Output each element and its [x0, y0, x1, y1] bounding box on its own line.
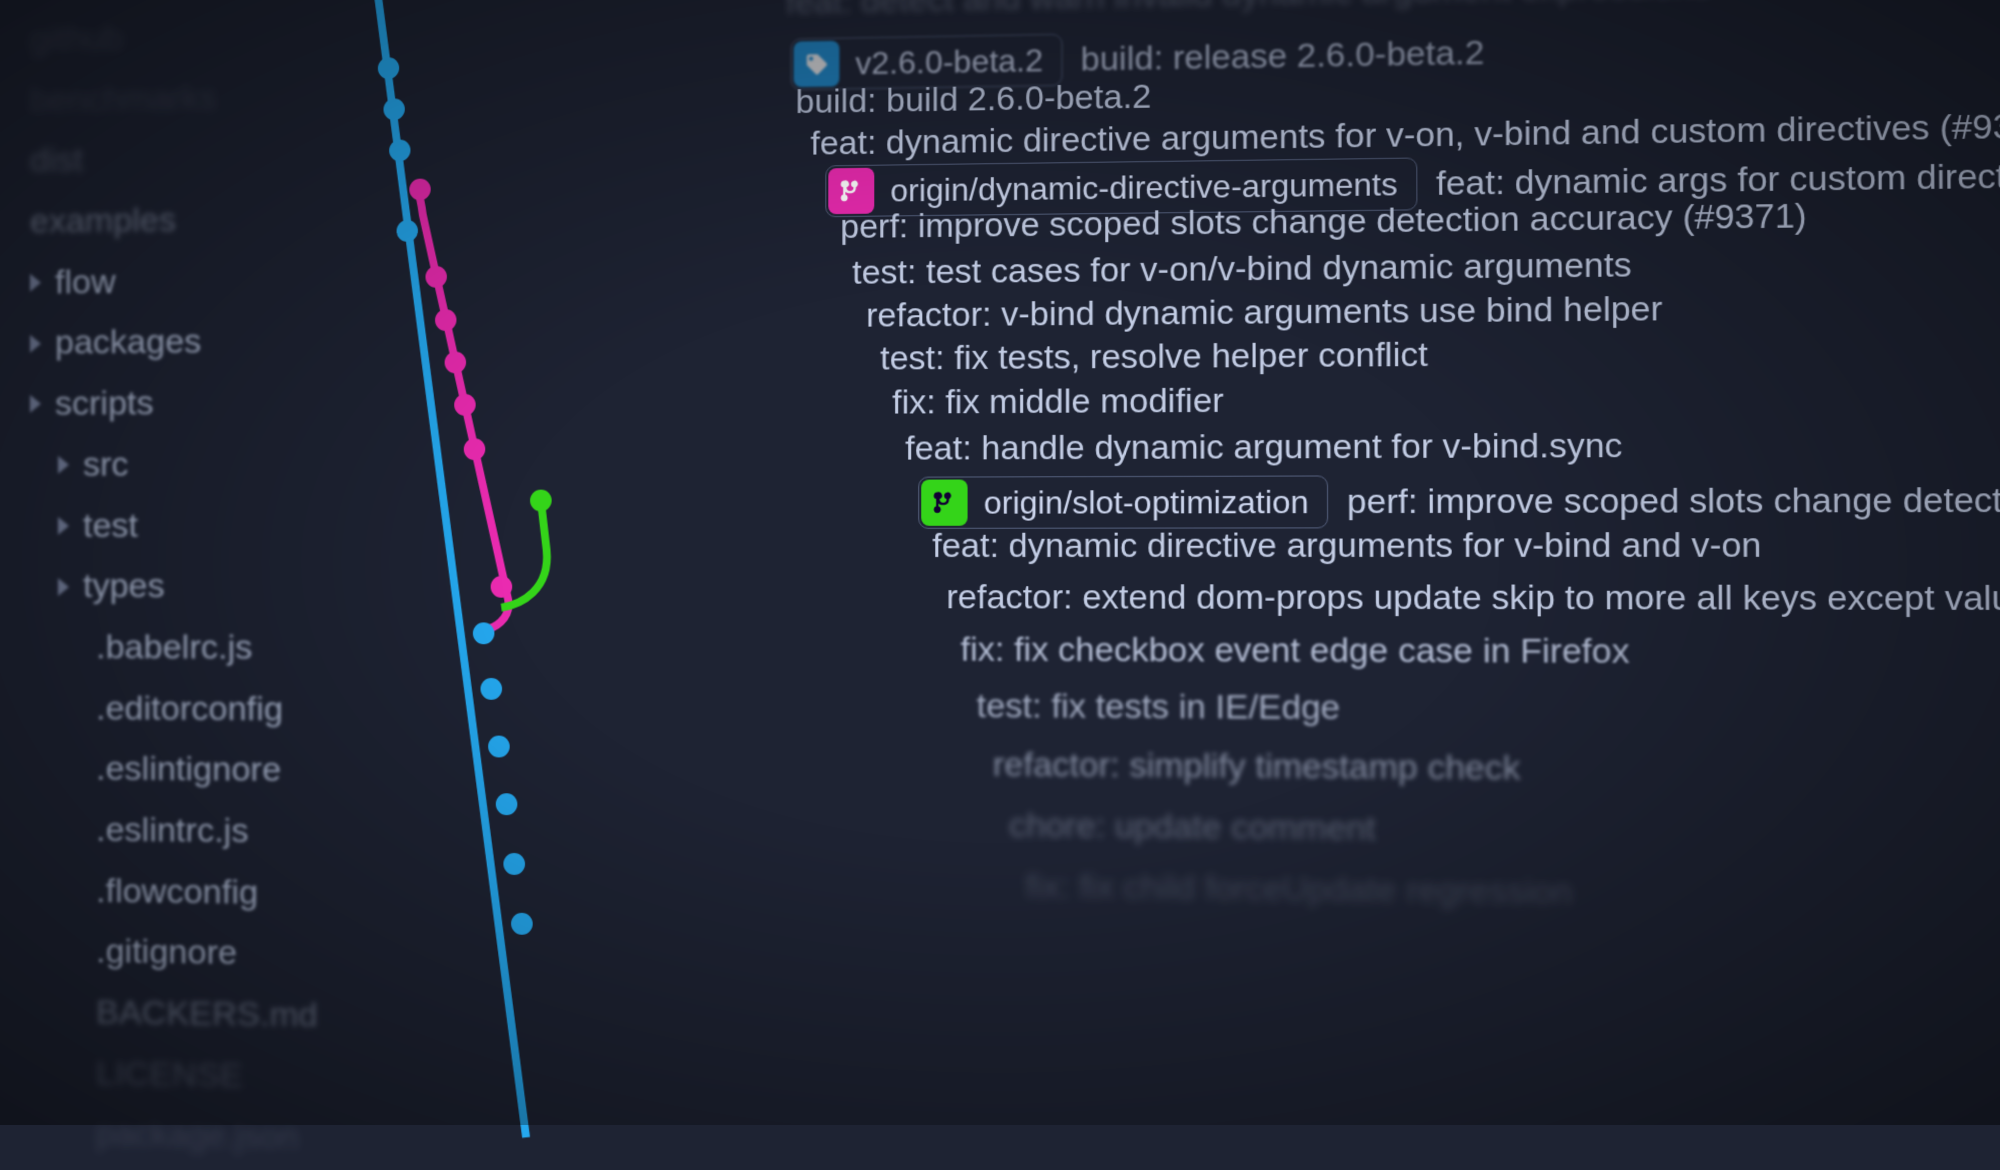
commit-message: refactor: extend dom-props update skip t…	[946, 578, 2000, 619]
tree-item[interactable]: packages	[0, 311, 363, 375]
tree-label: test	[83, 499, 138, 552]
tree-label: dist	[30, 134, 83, 187]
tree-label: .flowconfig	[96, 865, 258, 920]
tree-label: .eslintrc.js	[96, 804, 248, 858]
tag-text: v2.6.0-beta.2	[849, 41, 1059, 81]
commit-history: feat: detect and warn invalid dynamic ar…	[365, 0, 2000, 1151]
commit-row[interactable]: test: fix tests in IE/Edge	[977, 687, 1341, 728]
tree-item[interactable]: .editorconfig	[0, 678, 363, 741]
commit-message: perf: improve scoped slots change detect…	[1347, 480, 2000, 522]
expand-icon	[58, 517, 69, 535]
file-tree[interactable]: github benchmarks dist examples flow pac…	[0, 0, 363, 1131]
commit-message: test: fix tests, resolve helper conflict	[880, 335, 1428, 378]
branch-icon	[921, 480, 967, 526]
tree-item[interactable]: .babelrc.js	[0, 617, 363, 679]
commit-message: fix: fix middle modifier	[892, 382, 1224, 423]
tree-item[interactable]: .gitignore	[0, 920, 363, 986]
tree-label: .editorconfig	[96, 682, 283, 736]
commit-message: feat: handle dynamic argument for v-bind…	[905, 426, 1622, 468]
expand-icon	[30, 334, 41, 352]
tree-label: benchmarks	[30, 71, 216, 127]
tree-label: flow	[55, 256, 116, 309]
branch-text: origin/slot-optimization	[978, 483, 1326, 521]
expand-icon	[58, 456, 69, 474]
commit-message: build: build 2.6.0-beta.2	[796, 77, 1152, 122]
tree-item[interactable]: benchmarks	[0, 65, 363, 131]
tree-item[interactable]: .flowconfig	[0, 860, 363, 925]
commit-message: fix: fix child forceUpdate regression	[1025, 867, 1572, 913]
tree-label: .gitignore	[96, 925, 237, 980]
commit-row[interactable]: origin/slot-optimization perf: improve s…	[918, 473, 2000, 529]
tree-label: packages	[55, 316, 201, 370]
expand-icon	[30, 274, 41, 292]
commit-row[interactable]: fix: fix middle modifier	[892, 382, 1224, 423]
tree-label: .eslintignore	[96, 743, 281, 797]
commit-row[interactable]: refactor: v-bind dynamic arguments use b…	[866, 290, 1662, 336]
commit-message: feat: dynamic directive arguments for v-…	[932, 526, 1761, 566]
commit-message: test: test cases for v-on/v-bind dynamic…	[852, 246, 1631, 293]
tree-label: scripts	[55, 377, 154, 430]
tree-item[interactable]: test	[0, 495, 363, 556]
commit-message: chore: update comment	[1009, 806, 1376, 849]
commit-message: refactor: simplify timestamp check	[993, 746, 1521, 789]
tree-label: src	[83, 438, 129, 491]
tree-label: BACKERS.md	[96, 986, 318, 1042]
tree-item[interactable]: package.json	[0, 1102, 363, 1170]
tree-item[interactable]: BACKERS.md	[0, 981, 363, 1047]
tree-label: examples	[30, 194, 176, 248]
commit-row[interactable]: fix: fix checkbox event edge case in Fir…	[960, 630, 1629, 672]
tree-item[interactable]: scripts	[0, 372, 363, 435]
commit-message: build: release 2.6.0-beta.2	[1081, 33, 1485, 79]
commit-row[interactable]: refactor: simplify timestamp check	[993, 746, 1521, 789]
tree-item[interactable]: dist	[0, 126, 363, 192]
tree-label: types	[83, 560, 165, 613]
commit-row[interactable]: chore: update comment	[1009, 806, 1376, 849]
tree-item[interactable]: LICENSE	[0, 1042, 363, 1109]
tree-item[interactable]: src	[0, 433, 363, 495]
tree-label: .babelrc.js	[96, 621, 252, 674]
tree-label: LICENSE	[96, 1047, 243, 1102]
expand-icon	[30, 395, 41, 413]
commit-message: feat: dynamic args for custom directives	[1436, 156, 2000, 204]
commit-row[interactable]: build: build 2.6.0-beta.2	[796, 77, 1152, 122]
tree-item[interactable]: .eslintrc.js	[0, 799, 363, 863]
commit-message: fix: fix checkbox event edge case in Fir…	[960, 630, 1629, 672]
tree-item[interactable]: github	[0, 4, 363, 71]
commit-message: refactor: v-bind dynamic arguments use b…	[866, 290, 1662, 336]
commit-row[interactable]: test: test cases for v-on/v-bind dynamic…	[852, 246, 1631, 293]
commit-message: feat: detect and warn invalid dynamic ar…	[786, 0, 1712, 23]
branch-badge[interactable]: origin/slot-optimization	[918, 475, 1328, 528]
commit-row[interactable]: feat: detect and warn invalid dynamic ar…	[786, 0, 1712, 23]
tree-item[interactable]: examples	[0, 188, 363, 253]
commit-row[interactable]: feat: dynamic directive arguments for v-…	[932, 526, 1761, 566]
commit-row[interactable]: refactor: extend dom-props update skip t…	[946, 578, 2000, 619]
tree-item[interactable]: flow	[0, 249, 363, 313]
tree-label: package.json	[96, 1108, 298, 1165]
commit-message: test: fix tests in IE/Edge	[977, 687, 1341, 728]
git-graph	[365, 0, 623, 1139]
tree-item[interactable]: .eslintignore	[0, 738, 363, 801]
expand-icon	[58, 578, 69, 596]
tag-icon	[794, 41, 840, 88]
commit-row[interactable]: test: fix tests, resolve helper conflict	[880, 335, 1428, 378]
tree-item[interactable]: types	[0, 556, 363, 617]
commit-row[interactable]: feat: handle dynamic argument for v-bind…	[905, 426, 1622, 468]
tree-label: github	[30, 12, 123, 66]
commit-row[interactable]: fix: fix child forceUpdate regression	[1025, 867, 1572, 913]
